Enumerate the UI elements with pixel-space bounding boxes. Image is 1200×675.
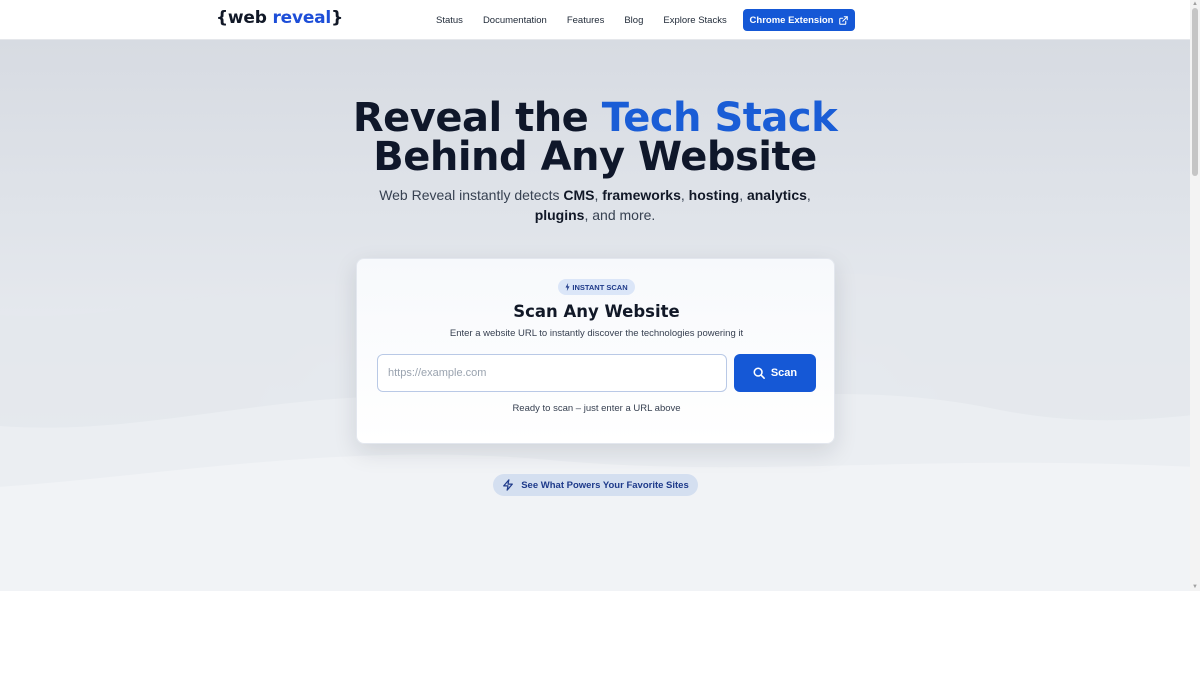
search-icon <box>753 367 765 379</box>
scan-card-title: Scan Any Website <box>513 302 680 321</box>
subheading-separator: , <box>680 187 689 203</box>
scan-button-label: Scan <box>770 367 798 379</box>
hero-subheading: Web Reveal instantly detects CMS, framew… <box>360 185 830 225</box>
nav-features[interactable]: Features <box>567 15 605 26</box>
logo-close-brace: } <box>331 8 343 28</box>
instant-scan-badge-label: INSTANT SCAN <box>572 282 628 292</box>
scan-button[interactable]: Scan <box>734 354 816 392</box>
hero-section: Reveal the Tech Stack Behind Any Website… <box>0 40 1190 591</box>
scan-card: INSTANT SCAN Scan Any Website Enter a we… <box>356 258 835 444</box>
subheading-separator: , <box>739 187 747 203</box>
scan-card-subtitle: Enter a website URL to instantly discove… <box>449 328 744 339</box>
nav-status[interactable]: Status <box>436 15 463 26</box>
page-scrollbar[interactable]: ▲ ▼ <box>1190 0 1200 591</box>
favorite-sites-link[interactable]: See What Powers Your Favorite Sites <box>493 474 698 496</box>
favorite-sites-label: See What Powers Your Favorite Sites <box>521 479 689 491</box>
scan-status: Ready to scan – just enter a URL above <box>512 403 681 414</box>
logo-word-reveal: reveal <box>272 8 332 28</box>
instant-scan-badge: INSTANT SCAN <box>558 279 635 295</box>
scrollbar-thumb[interactable] <box>1192 8 1198 176</box>
nav-documentation[interactable]: Documentation <box>483 15 547 26</box>
top-navbar: {web reveal} Status Documentation Featur… <box>0 0 1190 40</box>
chrome-extension-label: Chrome Extension <box>749 14 834 26</box>
nav-blog[interactable]: Blog <box>624 15 643 26</box>
hero-headline-line2: Behind Any Website <box>373 134 817 180</box>
subheading-frameworks: frameworks <box>602 187 681 203</box>
logo-word-web: web <box>227 8 267 28</box>
nav-explore-stacks[interactable]: Explore Stacks <box>663 15 726 26</box>
logo-open-brace: { <box>216 8 228 28</box>
chrome-extension-button[interactable]: Chrome Extension <box>743 9 855 31</box>
lightning-icon <box>503 479 514 491</box>
subheading-analytics: analytics <box>746 187 807 203</box>
subheading-text: Web Reveal instantly detects <box>379 187 564 203</box>
logo[interactable]: {web reveal} <box>216 8 343 28</box>
scroll-up-arrow-icon[interactable]: ▲ <box>1190 0 1200 8</box>
subheading-text-end: , and more. <box>584 207 656 223</box>
subheading-plugins: plugins <box>534 207 585 223</box>
url-input[interactable] <box>377 354 727 392</box>
bolt-icon <box>565 283 570 291</box>
subheading-separator: , <box>806 187 811 203</box>
main-nav: Status Documentation Features Blog Explo… <box>436 0 747 40</box>
subheading-hosting: hosting <box>688 187 740 203</box>
subheading-cms: CMS <box>563 187 595 203</box>
scroll-down-arrow-icon[interactable]: ▼ <box>1190 583 1200 591</box>
external-link-icon <box>839 15 849 25</box>
